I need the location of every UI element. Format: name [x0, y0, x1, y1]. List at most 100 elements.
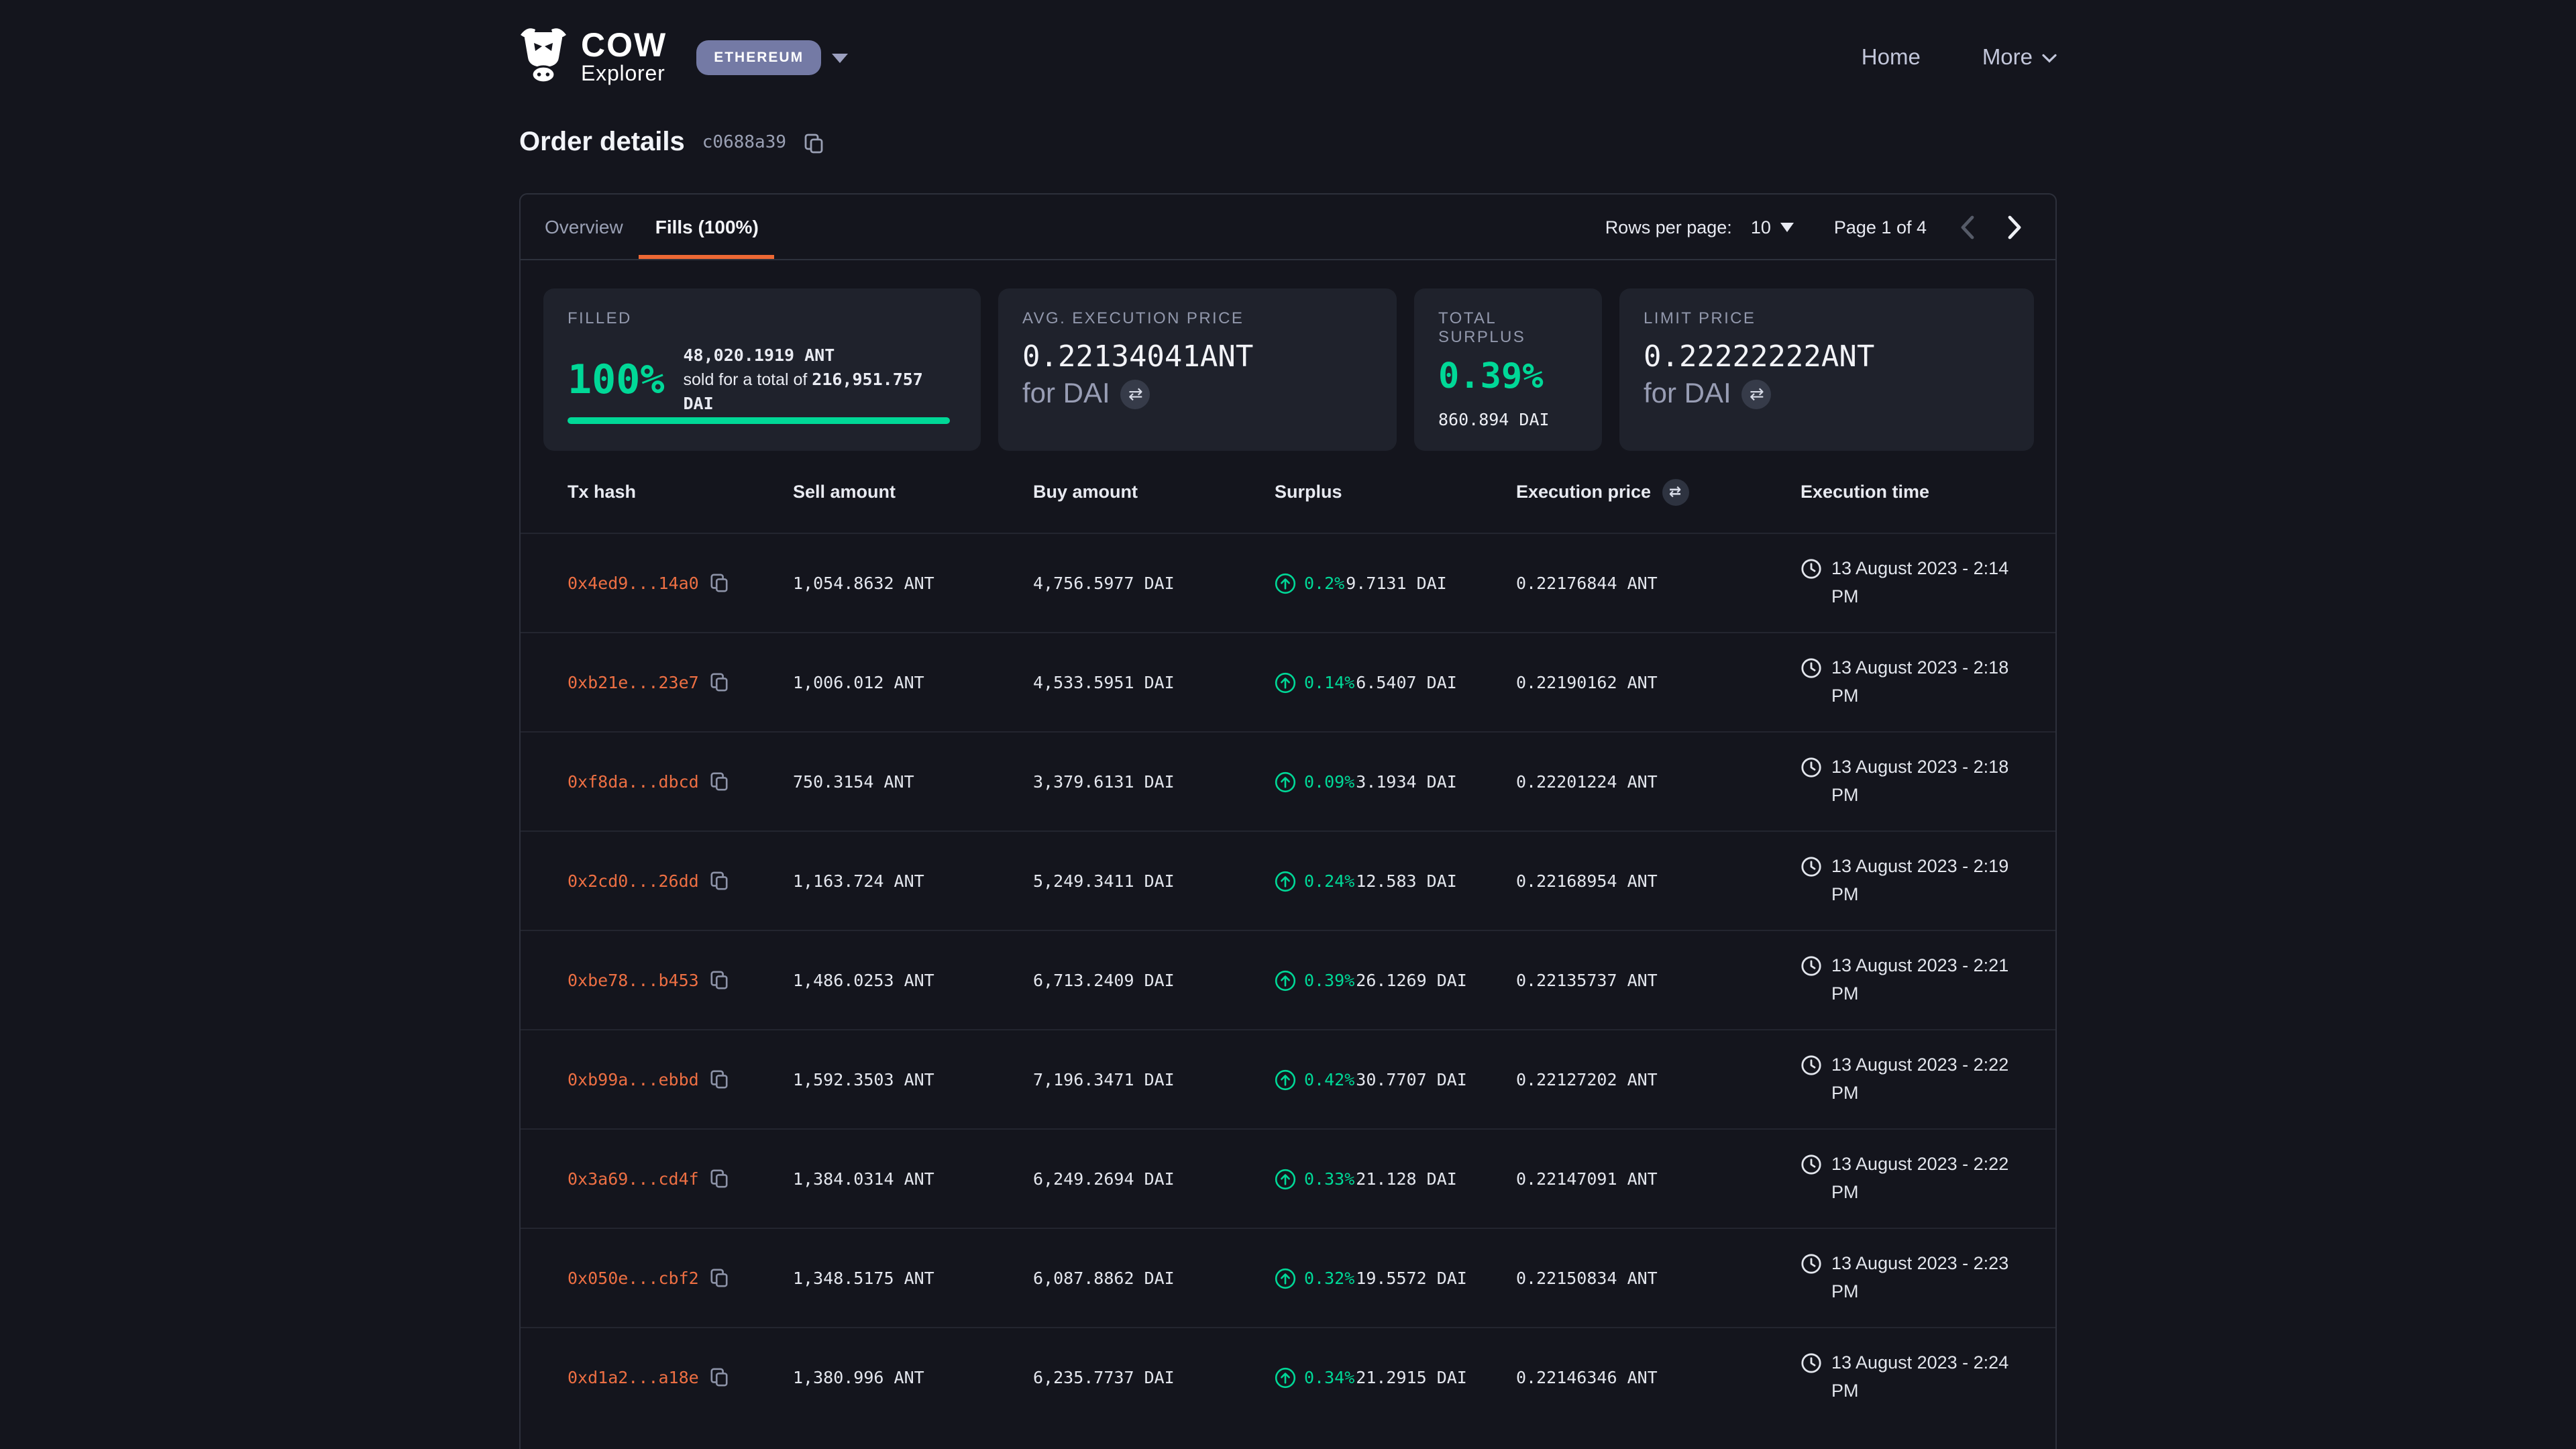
next-page-button[interactable]: [2007, 214, 2023, 239]
execution-time: 13 August 2023 - 2:21 PM: [1831, 953, 2033, 1008]
surplus-percent: 0.42%: [1304, 1069, 1354, 1089]
limit-price-label: LIMIT PRICE: [1644, 309, 2010, 327]
buy-amount: 5,249.3411 DAI: [1033, 871, 1275, 891]
copy-tx-hash-button[interactable]: [710, 672, 729, 692]
execution-time: 13 August 2023 - 2:23 PM: [1831, 1251, 2033, 1305]
avg-price-label: AVG. EXECUTION PRICE: [1022, 309, 1373, 327]
copy-tx-hash-button[interactable]: [710, 573, 729, 593]
buy-amount: 4,533.5951 DAI: [1033, 672, 1275, 692]
clock-icon: [1801, 857, 1822, 878]
table-row: 0xb99a...ebbd 1,592.3503 ANT 7,196.3471 …: [521, 1029, 2055, 1128]
clock-icon: [1801, 1155, 1822, 1176]
invert-price-icon[interactable]: ⇄: [1742, 380, 1772, 410]
execution-price: 0.22176844 ANT: [1516, 573, 1801, 593]
tx-hash-link[interactable]: 0x3a69...cd4f: [568, 1169, 699, 1189]
order-details-page: COW Explorer ETHEREUM Home More Order de…: [0, 0, 2576, 1449]
summary-cards: FILLED 100% 48,020.1919 ANT sold for a t…: [543, 288, 2034, 451]
sell-amount: 1,384.0314 ANT: [793, 1169, 1033, 1189]
tx-hash-link[interactable]: 0xf8da...dbcd: [568, 771, 699, 792]
copy-tx-hash-button[interactable]: [710, 771, 729, 792]
copy-icon: [710, 871, 729, 891]
sell-amount: 1,163.724 ANT: [793, 871, 1033, 891]
buy-amount: 6,713.2409 DAI: [1033, 970, 1275, 990]
copy-icon: [710, 1169, 729, 1189]
invert-price-icon[interactable]: ⇄: [1121, 380, 1150, 410]
sell-amount: 1,486.0253 ANT: [793, 970, 1033, 990]
execution-time: 13 August 2023 - 2:14 PM: [1831, 556, 2033, 610]
surplus-percent: 0.24%: [1304, 871, 1354, 891]
surplus-percent: 0.39%: [1304, 970, 1354, 990]
surplus-amount: 30.7707 DAI: [1356, 1069, 1467, 1089]
chevron-down-icon: [2042, 53, 2057, 62]
table-row: 0x050e...cbf2 1,348.5175 ANT 6,087.8862 …: [521, 1228, 2055, 1327]
invert-price-column-icon[interactable]: ⇄: [1662, 478, 1688, 505]
sell-amount: 750.3154 ANT: [793, 771, 1033, 792]
filled-sold-prefix: sold for a total of: [684, 370, 812, 389]
column-sell-amount: Sell amount: [793, 482, 1033, 502]
execution-time: 13 August 2023 - 2:22 PM: [1831, 1152, 2033, 1206]
tx-hash-link[interactable]: 0xb21e...23e7: [568, 672, 699, 692]
surplus-up-icon: [1275, 1366, 1296, 1388]
total-surplus-percent: 0.39%: [1438, 357, 1578, 397]
surplus-amount: 19.5572 DAI: [1356, 1268, 1467, 1288]
chevron-left-icon: [1959, 214, 1975, 239]
surplus-percent: 0.2%: [1304, 573, 1344, 593]
surplus-amount: 26.1269 DAI: [1356, 970, 1467, 990]
copy-tx-hash-button[interactable]: [710, 1169, 729, 1189]
rows-per-page-select[interactable]: 10: [1751, 217, 1794, 237]
cow-logo-icon: [518, 25, 569, 91]
execution-price: 0.22201224 ANT: [1516, 771, 1801, 792]
surplus-percent: 0.34%: [1304, 1367, 1354, 1387]
copy-tx-hash-button[interactable]: [710, 1069, 729, 1089]
clock-icon: [1801, 658, 1822, 680]
copy-icon: [710, 771, 729, 792]
execution-price: 0.22135737 ANT: [1516, 970, 1801, 990]
tx-hash-link[interactable]: 0xb99a...ebbd: [568, 1069, 699, 1089]
logo-text: COW Explorer: [581, 29, 667, 87]
tx-hash-link[interactable]: 0x050e...cbf2: [568, 1268, 699, 1288]
limit-price-unit: for DAI: [1644, 379, 1731, 411]
chevron-right-icon: [2007, 214, 2023, 239]
select-caret-icon: [1780, 222, 1794, 231]
buy-amount: 3,379.6131 DAI: [1033, 771, 1275, 792]
sell-amount: 1,054.8632 ANT: [793, 573, 1033, 593]
nav-item-more[interactable]: More: [1982, 45, 2057, 70]
tx-hash-link[interactable]: 0x4ed9...14a0: [568, 573, 699, 593]
surplus-amount: 3.1934 DAI: [1356, 771, 1457, 792]
surplus-amount: 21.128 DAI: [1356, 1169, 1457, 1189]
execution-price: 0.22168954 ANT: [1516, 871, 1801, 891]
table-row: 0xbe78...b453 1,486.0253 ANT 6,713.2409 …: [521, 930, 2055, 1029]
cow-explorer-logo[interactable]: COW Explorer: [518, 25, 667, 91]
copy-icon: [710, 1268, 729, 1288]
filled-amounts: 48,020.1919 ANT sold for a total of 216,…: [684, 343, 957, 417]
nav-item-home[interactable]: Home: [1862, 45, 1921, 70]
tab-fills[interactable]: Fills (100%): [639, 195, 775, 259]
previous-page-button[interactable]: [1959, 214, 1975, 239]
copy-icon: [710, 1069, 729, 1089]
execution-price: 0.22146346 ANT: [1516, 1367, 1801, 1387]
surplus-percent: 0.09%: [1304, 771, 1354, 792]
tab-bar: Overview Fills (100%) Rows per page: 10 …: [521, 195, 2055, 260]
buy-amount: 6,249.2694 DAI: [1033, 1169, 1275, 1189]
tab-overview[interactable]: Overview: [529, 195, 639, 259]
nav-menu: Home More: [1862, 45, 2057, 70]
execution-time: 13 August 2023 - 2:18 PM: [1831, 655, 2033, 710]
sell-amount: 1,006.012 ANT: [793, 672, 1033, 692]
execution-price: 0.22147091 ANT: [1516, 1169, 1801, 1189]
network-selector[interactable]: ETHEREUM: [696, 40, 821, 75]
copy-tx-hash-button[interactable]: [710, 970, 729, 990]
surplus-up-icon: [1275, 969, 1296, 991]
table-body: 0x4ed9...14a0 1,054.8632 ANT 4,756.5977 …: [521, 533, 2055, 1426]
copy-tx-hash-button[interactable]: [710, 1268, 729, 1288]
clock-icon: [1801, 1353, 1822, 1375]
column-surplus: Surplus: [1275, 482, 1516, 502]
copy-tx-hash-button[interactable]: [710, 871, 729, 891]
tx-hash-link[interactable]: 0xd1a2...a18e: [568, 1367, 699, 1387]
network-caret-icon[interactable]: [832, 53, 848, 62]
surplus-percent: 0.14%: [1304, 672, 1354, 692]
tx-hash-link[interactable]: 0x2cd0...26dd: [568, 871, 699, 891]
copy-tx-hash-button[interactable]: [710, 1367, 729, 1387]
surplus-amount: 21.2915 DAI: [1356, 1367, 1467, 1387]
tx-hash-link[interactable]: 0xbe78...b453: [568, 970, 699, 990]
copy-order-id-button[interactable]: [804, 132, 824, 154]
